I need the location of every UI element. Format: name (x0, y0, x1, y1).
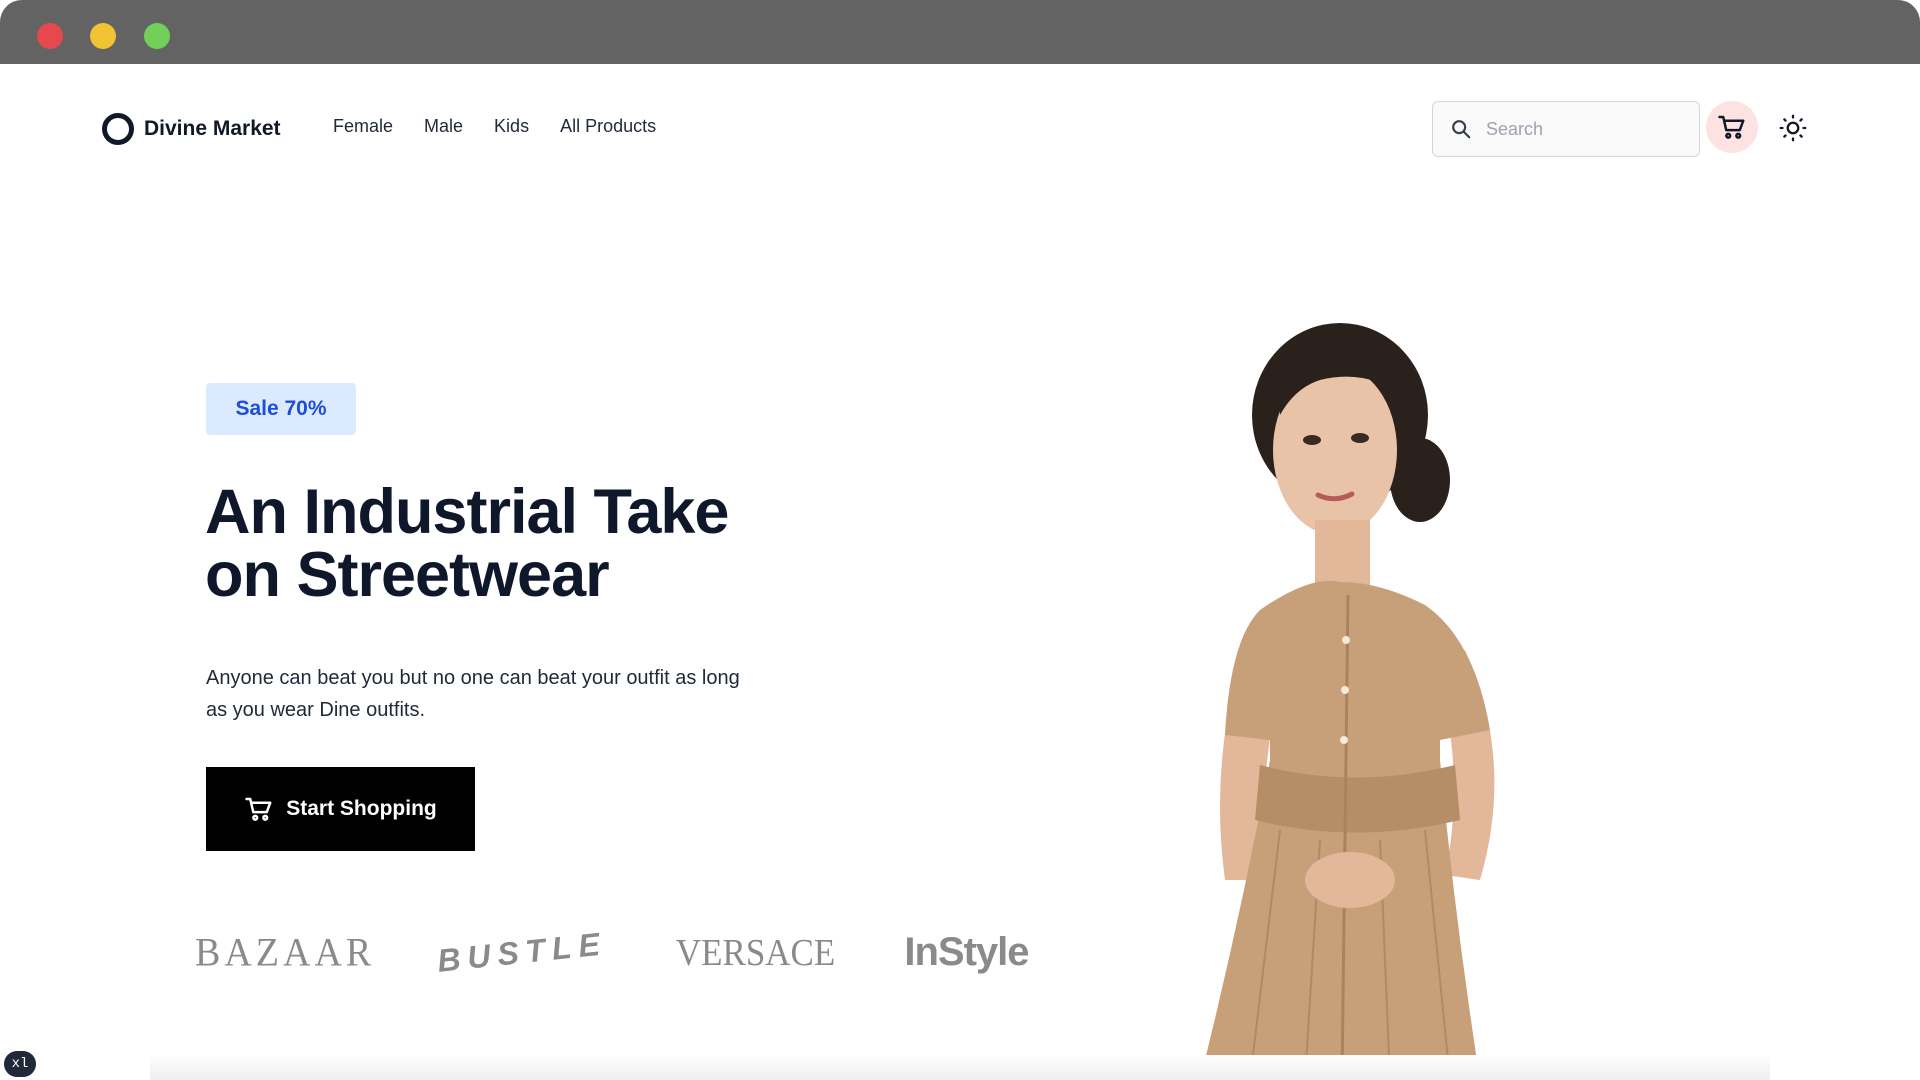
theme-toggle-button[interactable] (1776, 111, 1810, 145)
instyle-logo: InStyle (904, 930, 1029, 974)
nav-link-male[interactable]: Male (424, 116, 463, 137)
close-window-button[interactable] (37, 23, 63, 49)
top-navigation: Divine Market Female Male Kids All Produ… (0, 64, 1920, 194)
hero-headline: An Industrial Take on Streetwear (205, 481, 805, 607)
cart-icon (1718, 115, 1745, 139)
logo-ring-icon (102, 113, 134, 145)
window-titlebar (0, 0, 1920, 64)
brand-name: Divine Market (144, 117, 281, 140)
minimize-window-button[interactable] (90, 23, 116, 49)
hero-subtext: Anyone can beat you but no one can beat … (206, 667, 740, 721)
maximize-window-button[interactable] (144, 23, 170, 49)
hero-model-image (1200, 323, 1495, 1080)
main-menu: Female Male Kids All Products (333, 116, 656, 137)
nav-link-kids[interactable]: Kids (494, 116, 529, 137)
search-input[interactable] (1486, 118, 1686, 140)
bustle-logo: BUSTLE (435, 925, 609, 979)
start-shopping-button[interactable]: Start Shopping (206, 767, 475, 851)
brand-logo[interactable]: Divine Market (102, 112, 281, 146)
headline-line-1: An Industrial Take (205, 477, 729, 547)
headline-line-2: on Streetwear (205, 540, 610, 610)
sale-badge: Sale 70% (206, 383, 356, 435)
section-divider-shadow (150, 1055, 1770, 1080)
bazaar-logo: BAZAAR (195, 930, 376, 975)
search-box[interactable] (1432, 101, 1700, 157)
sun-icon (1779, 114, 1807, 142)
cart-button[interactable] (1706, 101, 1758, 153)
cart-icon (245, 797, 272, 821)
featured-brands: BAZAAR BUSTLE VERSACE InStyle (195, 925, 1030, 979)
nav-link-all-products[interactable]: All Products (560, 116, 656, 137)
start-shopping-label: Start Shopping (286, 797, 437, 820)
breakpoint-indicator: xl (4, 1051, 36, 1077)
nav-link-female[interactable]: Female (333, 116, 393, 137)
search-icon (1452, 120, 1471, 139)
versace-logo: VERSACE (676, 931, 836, 974)
